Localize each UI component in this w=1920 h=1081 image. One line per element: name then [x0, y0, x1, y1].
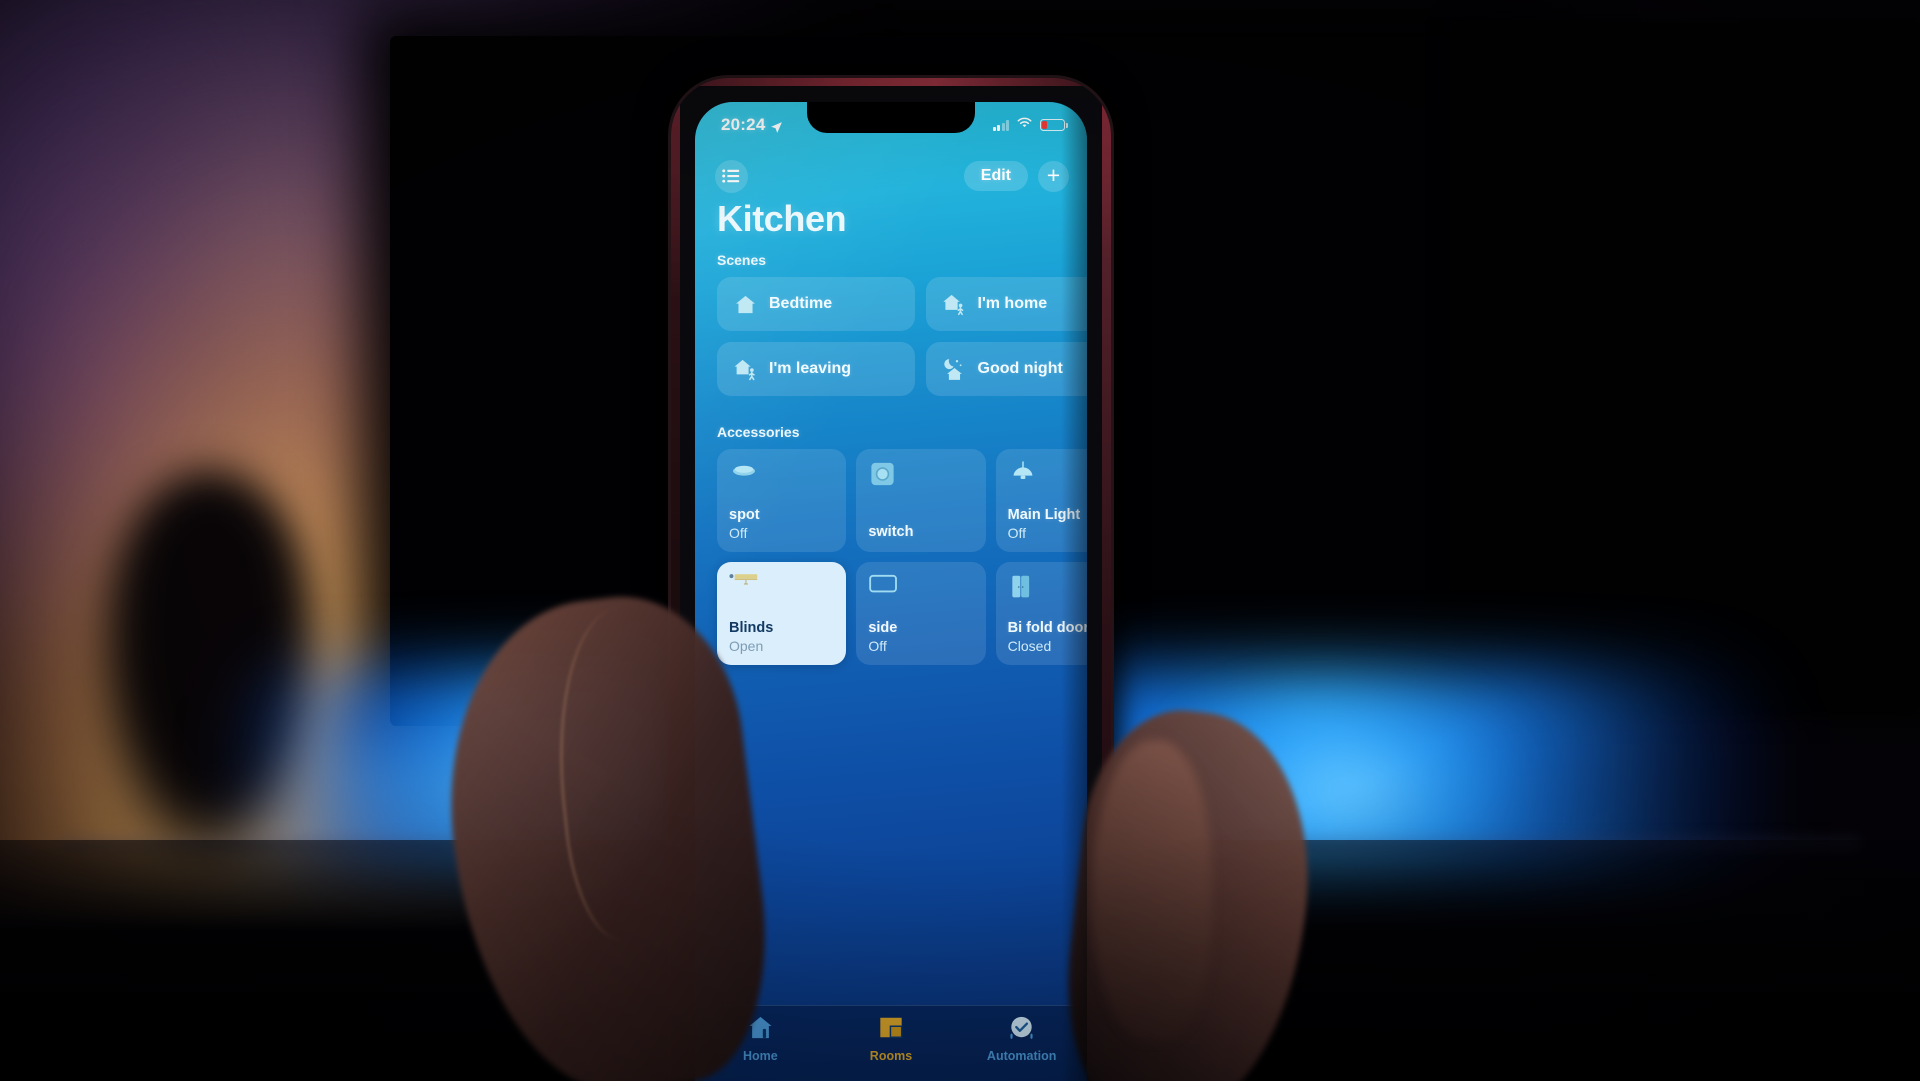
- status-bar-time: 20:24: [721, 115, 766, 134]
- blinds-icon: [729, 573, 759, 603]
- scene-label: Bedtime: [769, 295, 833, 312]
- scene-card-bedtime[interactable]: Bedtime: [717, 277, 915, 331]
- accessory-card-switch[interactable]: switch: [856, 449, 986, 552]
- accessory-name: Bi fold doors: [1007, 619, 1087, 636]
- navigation-actions: Edit +: [963, 160, 1069, 192]
- right-hand-thumb: [1092, 740, 1212, 1040]
- accessory-card-side[interactable]: side Off: [856, 562, 986, 665]
- location-arrow-icon: [770, 119, 783, 133]
- accessory-card-spot[interactable]: spot Off: [717, 449, 847, 552]
- phone-frame-top-edge: [671, 78, 1111, 86]
- page-title: Kitchen: [717, 198, 847, 239]
- scene-card-good-night[interactable]: Good night: [925, 342, 1087, 396]
- bifold-door-icon: [1008, 573, 1038, 603]
- room-content: Kitchen Scenes Bedtime I'm home I'm leav…: [695, 198, 1087, 665]
- tab-label: Rooms: [869, 1049, 913, 1063]
- house-person-leaving-icon: [730, 354, 760, 384]
- automation-icon: [1008, 1015, 1035, 1045]
- accessory-text: switch: [868, 524, 973, 542]
- phone-notch: [807, 102, 975, 133]
- accessory-name: Blinds: [729, 619, 774, 636]
- tab-label: Home: [742, 1049, 778, 1063]
- accessory-name: Main Light: [1007, 506, 1081, 523]
- navigation-bar: Edit +: [695, 154, 1087, 198]
- window-icon: [868, 573, 898, 603]
- accessory-text: Blinds Open: [729, 620, 834, 655]
- scenes-grid: Bedtime I'm home I'm leaving Good night: [695, 277, 1087, 396]
- edit-button[interactable]: Edit: [963, 161, 1028, 191]
- scene-label: Good night: [977, 360, 1063, 377]
- background-television-right: [1450, 20, 1920, 720]
- tab-rooms[interactable]: Rooms: [847, 1015, 935, 1063]
- accessory-name: side: [868, 619, 898, 636]
- tab-bar: Home Rooms Automation: [695, 1005, 1087, 1081]
- accessory-card-blinds[interactable]: Blinds Open: [717, 562, 847, 665]
- tab-automation[interactable]: Automation: [978, 1015, 1066, 1063]
- status-bar-indicators: [992, 116, 1068, 134]
- scene-label: I'm home: [977, 295, 1048, 312]
- scene-card-im-leaving[interactable]: I'm leaving: [717, 342, 915, 396]
- accessory-card-main-light[interactable]: Main Light Off: [995, 449, 1087, 552]
- accessory-status: Off: [1007, 524, 1027, 541]
- wall-switch-icon: [868, 460, 898, 490]
- scenes-section-label: Scenes: [717, 252, 767, 268]
- accessory-status: Open: [729, 637, 764, 654]
- moon-stars-house-icon: [939, 354, 969, 384]
- accessory-name: spot: [729, 506, 760, 523]
- pendant-lamp-icon: [1008, 460, 1038, 490]
- accessory-card-bi-fold-doors[interactable]: Bi fold doors Closed: [995, 562, 1087, 665]
- accessory-name: switch: [868, 524, 914, 541]
- house-icon: [730, 289, 760, 319]
- photo-scene: 20:24 Edit + Kitchen Scenes Bedtime I'm …: [0, 0, 1920, 1081]
- battery-low-icon: [1040, 119, 1068, 131]
- accessory-text: spot Off: [729, 507, 834, 542]
- wifi-icon: [1016, 116, 1033, 134]
- list-bullet-icon[interactable]: [715, 159, 748, 193]
- scene-card-im-home[interactable]: I'm home: [925, 277, 1087, 331]
- add-button[interactable]: +: [1038, 160, 1069, 192]
- accessory-text: side Off: [868, 620, 973, 655]
- accessories-grid: spot Off switch Main Light Off Blinds Op…: [695, 449, 1087, 665]
- tab-label: Automation: [986, 1049, 1057, 1063]
- rooms-icon: [878, 1015, 904, 1045]
- downlight-icon: [729, 460, 759, 490]
- accessories-section-label: Accessories: [717, 424, 800, 440]
- status-bar-time-group: 20:24: [721, 115, 783, 135]
- house-person-arriving-icon: [939, 289, 969, 319]
- accessory-text: Bi fold doors Closed: [1008, 620, 1087, 655]
- accessory-status: Closed: [1007, 637, 1052, 654]
- scene-label: I'm leaving: [769, 360, 852, 377]
- accessory-status: Off: [868, 637, 887, 654]
- cellular-signal-icon: [992, 119, 1009, 131]
- accessory-status: Off: [729, 524, 748, 541]
- accessory-text: Main Light Off: [1008, 507, 1087, 542]
